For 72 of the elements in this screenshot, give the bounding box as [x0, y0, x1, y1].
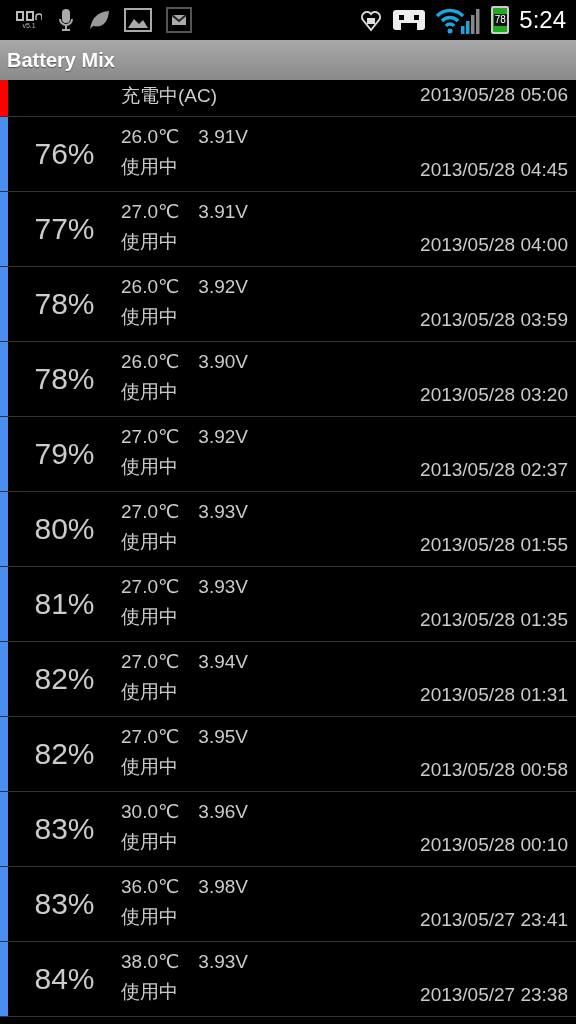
history-row[interactable]: 76% 26.0℃ 3.91V 使用中 2013/05/28 04:45 — [0, 117, 576, 192]
temperature-voltage: 38.0℃ 3.93V — [121, 950, 249, 974]
battery-level: 83% — [34, 887, 95, 921]
history-row[interactable]: 77% 27.0℃ 3.91V 使用中 2013/05/28 04:00 — [0, 192, 576, 267]
timestamp: 2013/05/28 01:31 — [420, 684, 569, 707]
history-row[interactable]: 80% 27.0℃ 3.93V 使用中 2013/05/28 01:55 — [0, 492, 576, 567]
history-row[interactable]: 79% 27.0℃ 3.92V 使用中 2013/05/28 02:37 — [0, 417, 576, 492]
timestamp: 2013/05/28 04:45 — [420, 159, 569, 182]
history-row[interactable]: 82% 27.0℃ 3.95V 使用中 2013/05/28 00:58 — [0, 717, 576, 792]
charge-state: 使用中 — [121, 830, 179, 854]
temperature-voltage: 26.0℃ 3.91V — [121, 125, 249, 149]
timestamp: 2013/05/27 23:38 — [420, 984, 569, 1007]
history-row[interactable]: 78% 26.0℃ 3.90V 使用中 2013/05/28 03:20 — [0, 342, 576, 417]
battery-level: 79% — [34, 437, 95, 471]
charge-state: 充電中(AC) — [121, 84, 219, 108]
charge-state: 使用中 — [121, 155, 179, 179]
microphone-icon — [58, 8, 74, 32]
battery-level: 81% — [34, 587, 95, 621]
battery-percent: 78 — [493, 14, 507, 26]
temperature-voltage: 26.0℃ 3.90V — [121, 350, 249, 374]
temperature-voltage: 27.0℃ 3.94V — [121, 650, 249, 674]
signal-icon — [435, 6, 482, 34]
timestamp: 2013/05/28 04:00 — [420, 234, 569, 257]
charge-state: 使用中 — [121, 980, 179, 1004]
mail-icon — [166, 7, 192, 33]
battery-level: 78% — [34, 287, 95, 321]
charge-state: 使用中 — [121, 230, 179, 254]
charge-state: 使用中 — [121, 455, 179, 479]
clock: 5:24 — [519, 6, 566, 34]
battery-level: 77% — [34, 212, 95, 246]
leaf-icon — [88, 9, 110, 31]
history-row[interactable]: 充電中(AC) 2013/05/28 05:06 — [0, 80, 576, 117]
timestamp: 2013/05/28 00:10 — [420, 834, 569, 857]
image-icon — [124, 8, 152, 32]
battery-level: 84% — [34, 962, 95, 996]
history-row[interactable]: 78% 26.0℃ 3.92V 使用中 2013/05/28 03:59 — [0, 267, 576, 342]
charge-state: 使用中 — [121, 905, 179, 929]
battery-level: 80% — [34, 512, 95, 546]
charge-state: 使用中 — [121, 680, 179, 704]
battery-level: 82% — [34, 662, 95, 696]
temperature-voltage: 27.0℃ 3.93V — [121, 575, 249, 599]
temperature-voltage: 26.0℃ 3.92V — [121, 275, 249, 299]
timestamp: 2013/05/28 01:55 — [420, 534, 569, 557]
charge-state: 使用中 — [121, 755, 179, 779]
history-row[interactable]: 83% 30.0℃ 3.96V 使用中 2013/05/28 00:10 — [0, 792, 576, 867]
temperature-voltage: 27.0℃ 3.93V — [121, 500, 249, 524]
temperature-voltage: 27.0℃ 3.91V — [121, 200, 249, 224]
temperature-voltage: 30.0℃ 3.96V — [121, 800, 249, 824]
temperature-voltage: 27.0℃ 3.92V — [121, 425, 249, 449]
charge-state: 使用中 — [121, 305, 179, 329]
timestamp: 2013/05/28 03:20 — [420, 384, 569, 407]
dolby-icon — [16, 10, 42, 22]
battery-level: 82% — [34, 737, 95, 771]
history-row[interactable]: 82% 27.0℃ 3.94V 使用中 2013/05/28 01:31 — [0, 642, 576, 717]
temperature-voltage: 27.0℃ 3.95V — [121, 725, 249, 749]
battery-level: 76% — [34, 137, 95, 171]
history-row[interactable]: 81% 27.0℃ 3.93V 使用中 2013/05/28 01:35 — [0, 567, 576, 642]
timestamp: 2013/05/28 00:58 — [420, 759, 569, 782]
timestamp: 2013/05/28 01:35 — [420, 609, 569, 632]
history-row[interactable]: 83% 36.0℃ 3.98V 使用中 2013/05/27 23:41 — [0, 867, 576, 942]
timestamp: 2013/05/28 03:59 — [420, 309, 569, 332]
charge-state: 使用中 — [121, 605, 179, 629]
charge-state: 使用中 — [121, 380, 179, 404]
battery-level: 78% — [34, 362, 95, 396]
app-title: Battery Mix — [7, 48, 115, 72]
battery-level: 83% — [34, 812, 95, 846]
timestamp: 2013/05/27 23:41 — [420, 909, 569, 932]
history-row[interactable]: 84% 38.0℃ 3.93V 使用中 2013/05/27 23:38 — [0, 942, 576, 1017]
charge-state: 使用中 — [121, 530, 179, 554]
timestamp: 2013/05/28 05:06 — [420, 84, 569, 107]
timestamp: 2013/05/28 02:37 — [420, 459, 569, 482]
temperature-voltage: 36.0℃ 3.98V — [121, 875, 249, 899]
